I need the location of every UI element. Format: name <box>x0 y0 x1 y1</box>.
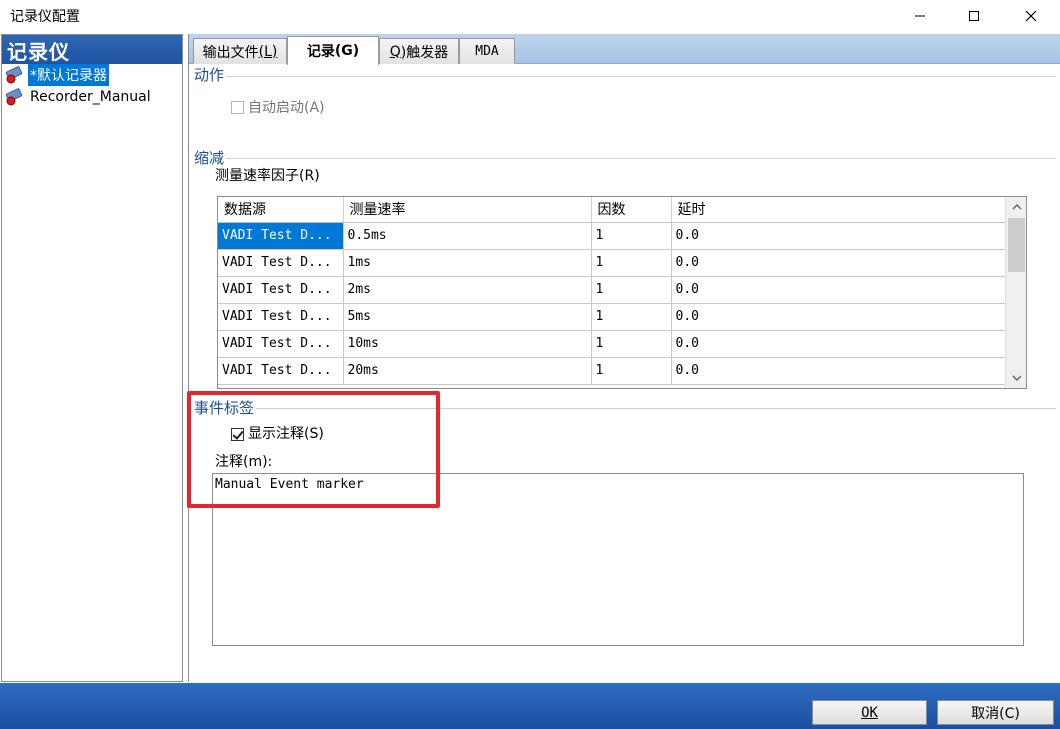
highlight-box <box>187 391 440 508</box>
action-group-title: 动作 <box>194 64 227 85</box>
table-row[interactable]: VADI Test D... 10ms 1 0.0 <box>218 330 1006 358</box>
column-header-factor[interactable]: 因数 <box>591 197 672 223</box>
cell-factor[interactable]: 1 <box>591 249 672 277</box>
table-row[interactable]: VADI Test D... 20ms 1 0.0 <box>218 357 1006 385</box>
column-header-rate[interactable]: 测量速率 <box>343 197 592 223</box>
table-row[interactable]: VADI Test D... 0.5ms 1 0.0 <box>218 222 1006 250</box>
tab-record[interactable]: 记录 (G) <box>287 36 379 65</box>
cell-rate[interactable]: 10ms <box>343 330 592 358</box>
cell-source[interactable]: VADI Test D... <box>218 357 344 385</box>
tab-mnemonic: (G) <box>334 43 360 59</box>
cell-factor[interactable]: 1 <box>591 330 672 358</box>
cancel-button[interactable]: 取消(C) <box>937 700 1054 725</box>
maximize-icon <box>969 11 979 21</box>
autostart-checkbox[interactable] <box>231 101 244 114</box>
scroll-down-button[interactable] <box>1006 368 1026 388</box>
tab-mnemonic: Q <box>389 43 401 60</box>
tab-label: 输出文件 <box>202 44 259 61</box>
cell-rate[interactable]: 20ms <box>343 357 592 385</box>
cell-source[interactable]: VADI Test D... <box>218 330 344 358</box>
tab-trigger[interactable]: Q)触发器 <box>379 38 459 64</box>
column-header-source[interactable]: 数据源 <box>218 197 344 223</box>
tab-mda[interactable]: MDA <box>459 38 515 64</box>
cell-delay[interactable]: 0.0 <box>671 357 1006 385</box>
cell-factor[interactable]: 1 <box>591 357 672 385</box>
cell-rate[interactable]: 2ms <box>343 276 592 304</box>
table-row[interactable]: VADI Test D... 5ms 1 0.0 <box>218 303 1006 331</box>
cell-delay[interactable]: 0.0 <box>671 222 1006 250</box>
cell-source[interactable]: VADI Test D... <box>218 303 344 331</box>
ok-button-label: OK <box>861 704 878 721</box>
rate-factor-grid: 数据源 测量速率 因数 延时 VADI Test D... 0.5ms 1 0.… <box>217 196 1027 389</box>
recorder-icon <box>5 88 23 106</box>
cell-rate[interactable]: 5ms <box>343 303 592 331</box>
reduction-group-divider <box>226 158 1056 159</box>
grid-header-row: 数据源 测量速率 因数 延时 <box>218 197 1006 223</box>
cell-delay[interactable]: 0.0 <box>671 330 1006 358</box>
column-header-delay[interactable]: 延时 <box>671 197 1006 223</box>
maximize-button[interactable] <box>951 0 997 32</box>
cell-factor[interactable]: 1 <box>591 303 672 331</box>
cell-source[interactable]: VADI Test D... <box>218 222 344 250</box>
recorder-list-panel: 记录仪 *默认记录器 Recorder_Manual <box>1 34 183 682</box>
cell-delay[interactable]: 0.0 <box>671 276 1006 304</box>
action-group-divider <box>226 76 1056 77</box>
title-bar: 记录仪配置 <box>0 0 1060 32</box>
tab-mnemonic: (L) <box>258 43 278 60</box>
autostart-label: 自动启动(A) <box>248 100 325 116</box>
tab-label: 记录 <box>306 44 335 60</box>
recorder-item-manual[interactable]: Recorder_Manual <box>2 86 182 108</box>
tab-strip: 输出文件 (L) 记录 (G) Q)触发器 MDA <box>189 34 1060 65</box>
ok-button[interactable]: OK <box>812 700 927 725</box>
cell-source[interactable]: VADI Test D... <box>218 276 344 304</box>
chevron-up-icon <box>1012 204 1021 210</box>
grid-scrollbar[interactable] <box>1005 197 1026 388</box>
table-row[interactable]: VADI Test D... 1ms 1 0.0 <box>218 249 1006 277</box>
cell-rate[interactable]: 0.5ms <box>343 222 592 250</box>
recorder-item-default[interactable]: *默认记录器 <box>2 64 182 86</box>
cancel-button-label: 取消(C) <box>971 705 1020 722</box>
rate-factor-label: 测量速率因子(R) <box>215 168 320 184</box>
button-bar: OK 取消(C) <box>0 683 1060 729</box>
cell-rate[interactable]: 1ms <box>343 249 592 277</box>
cell-source[interactable]: VADI Test D... <box>218 249 344 277</box>
tab-label: )触发器 <box>400 44 449 61</box>
minimize-button[interactable] <box>897 0 943 32</box>
cell-delay[interactable]: 0.0 <box>671 249 1006 277</box>
close-icon <box>1025 10 1037 22</box>
tab-output-file[interactable]: 输出文件 (L) <box>193 38 287 64</box>
scroll-thumb[interactable] <box>1008 218 1025 272</box>
tab-label: MDA <box>475 44 499 59</box>
close-button[interactable] <box>1008 0 1054 32</box>
window-title: 记录仪配置 <box>10 9 80 25</box>
chevron-down-icon <box>1012 375 1021 381</box>
recorder-icon <box>5 66 23 84</box>
minimize-icon <box>915 15 925 17</box>
scroll-up-button[interactable] <box>1006 197 1026 217</box>
cell-delay[interactable]: 0.0 <box>671 303 1006 331</box>
cell-factor[interactable]: 1 <box>591 222 672 250</box>
cell-factor[interactable]: 1 <box>591 276 672 304</box>
recorder-item-label: *默认记录器 <box>28 64 109 86</box>
table-row[interactable]: VADI Test D... 2ms 1 0.0 <box>218 276 1006 304</box>
recorder-item-label: Recorder_Manual <box>30 89 151 105</box>
recorder-list-header: 记录仪 <box>2 35 182 64</box>
